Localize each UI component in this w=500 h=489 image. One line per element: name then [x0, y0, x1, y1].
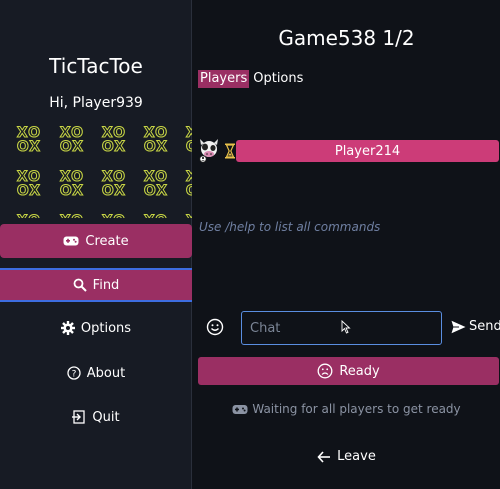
game-title: Game538 1/2 — [278, 26, 415, 50]
lobby-tabs: Players Options — [198, 70, 305, 88]
xo-tile: XOOX — [59, 125, 85, 155]
player-name-bar: Player214 — [236, 140, 499, 162]
tab-options[interactable]: Options — [251, 70, 305, 88]
player-row: Player214 — [198, 137, 500, 167]
emoji-icon[interactable] — [206, 318, 224, 336]
find-button[interactable]: Find — [0, 268, 192, 302]
gear-icon — [60, 321, 75, 335]
xo-tile: XOOX — [16, 169, 42, 199]
xo-tile: XOOX — [57, 214, 87, 219]
greeting: Hi, Player939 — [49, 95, 143, 111]
quit-button[interactable]: Quit — [0, 400, 192, 434]
sidebar: TicTacToe Hi, Player939 XO OX XO OX XO OX XO OX… — [0, 0, 192, 489]
xo-tile: XOOX — [59, 169, 85, 199]
player-name: Player214 — [334, 143, 401, 159]
options-button-label: Options — [80, 320, 132, 336]
quit-button-label: Quit — [92, 409, 120, 425]
hourglass-icon — [224, 143, 236, 159]
exit-icon — [72, 410, 86, 424]
xo-tile: XOOX — [183, 214, 192, 219]
tab-players[interactable]: Players — [198, 70, 250, 88]
xo-tile: XOOX — [143, 125, 169, 155]
xo-tile: XOOX — [101, 169, 127, 199]
xo-tile: XOOX — [185, 169, 192, 199]
options-button[interactable]: Options — [0, 311, 192, 345]
svg-text:?: ? — [71, 370, 76, 380]
send-button-label: Send — [469, 319, 500, 334]
create-button[interactable]: Create — [0, 224, 192, 258]
waiting-text: Waiting for all players to get ready — [252, 402, 461, 416]
find-button-label: Find — [92, 277, 120, 293]
xo-tile: XOOX — [101, 125, 127, 155]
about-button[interactable]: ? About — [0, 356, 192, 390]
ready-button-label: Ready — [339, 363, 380, 379]
about-button-label: About — [86, 365, 126, 381]
leave-button[interactable]: Leave — [193, 449, 500, 464]
frown-icon — [317, 363, 333, 379]
arrow-left-icon — [317, 450, 331, 463]
question-circle-icon: ? — [67, 366, 81, 380]
xo-tile: XOOX — [99, 214, 129, 219]
chat-help-text: Use /help to list all commands — [199, 220, 381, 234]
search-icon — [73, 278, 87, 292]
mouse-cursor-icon — [341, 319, 351, 334]
chat-row: Send — [193, 311, 500, 345]
gamepad-icon — [232, 404, 248, 415]
xo-tile: XOOX — [185, 125, 192, 155]
ready-button[interactable]: Ready — [198, 357, 499, 385]
xo-pattern-banner: XOOX XOOX XOOX XOOX XOOX XOOX XOOX XOOX XOOX XOOX… — [0, 122, 192, 219]
create-button-label: Create — [85, 233, 129, 249]
app-title: TicTacToe — [49, 54, 143, 78]
leave-button-label: Leave — [337, 449, 376, 464]
xo-tile: XOOX — [14, 214, 44, 219]
send-button[interactable]: Send — [451, 319, 500, 334]
xo-tile: XOOX — [16, 125, 42, 155]
cow-avatar-icon — [198, 137, 220, 165]
gamepad-icon — [63, 235, 79, 247]
send-icon — [451, 320, 466, 334]
xo-tile: XOOX — [141, 214, 171, 219]
game-lobby-panel: Game538 1/2 Players Options Player214 Us… — [193, 0, 500, 489]
waiting-status: Waiting for all players to get ready — [193, 402, 500, 416]
xo-tile: XOOX — [143, 169, 169, 199]
